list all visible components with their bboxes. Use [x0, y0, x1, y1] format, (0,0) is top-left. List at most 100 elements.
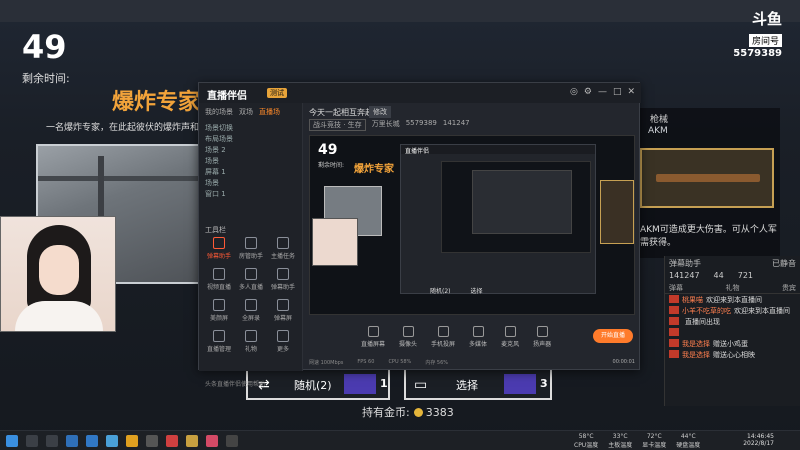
- tool-icon: [245, 268, 257, 280]
- weapon-card[interactable]: [640, 148, 774, 208]
- tool-danmaku-helper[interactable]: 弹幕助手: [203, 237, 235, 260]
- status-mem: 内存 56%: [425, 360, 449, 366]
- scene-item[interactable]: 布局场景: [205, 134, 296, 145]
- scene-item[interactable]: 场景切换: [205, 123, 296, 134]
- scene-item[interactable]: 场景: [205, 178, 296, 189]
- tool-icon: [213, 237, 225, 249]
- scene-item[interactable]: 场景 2: [205, 145, 296, 156]
- category-pill[interactable]: 战斗竞技 · 生存: [309, 119, 366, 131]
- random-count: 1: [380, 377, 388, 390]
- app-icon[interactable]: [186, 435, 198, 447]
- douyu-watermark: 斗鱼 房间号 5579389: [733, 8, 782, 59]
- level-badge: [669, 339, 679, 347]
- tool-more[interactable]: 更多: [267, 330, 299, 353]
- start-icon[interactable]: [6, 435, 18, 447]
- scene-item[interactable]: 窗口 1: [205, 189, 296, 200]
- tool-live-manage[interactable]: 直播管理: [203, 330, 235, 353]
- choose-button[interactable]: ▭ 选择 3: [404, 368, 552, 400]
- close-icon[interactable]: ✕: [627, 87, 635, 97]
- tool-label: 礼物: [244, 346, 257, 353]
- mute-status[interactable]: 已静音: [772, 258, 796, 268]
- danmaku-panel: 弹幕助手 已静音 141247 44 721 弹幕 礼物 贵宾 桃果喵 欢迎来到本…: [664, 256, 800, 406]
- search-icon[interactable]: [26, 435, 38, 447]
- task-view-icon[interactable]: [46, 435, 58, 447]
- app-icon[interactable]: [106, 435, 118, 447]
- viewer-count: 141247: [442, 119, 470, 127]
- speaker-control[interactable]: 扬声器: [533, 326, 551, 348]
- tab-live-scene[interactable]: 直播场: [259, 107, 280, 117]
- scene-item[interactable]: 场景: [205, 156, 296, 167]
- gpu-temp: 72°C 显卡温度: [642, 433, 666, 449]
- app-titlebar[interactable]: 直播伴侣 测试 ◎ ⚙ — □ ✕: [199, 83, 641, 103]
- help-link[interactable]: 头条直播伴侣使用帮助: [205, 379, 265, 388]
- tool-room-admin[interactable]: 房管助手: [235, 237, 267, 260]
- temp-label: CPU温度: [574, 442, 599, 449]
- chat-nick: 小羊不吃草的吃: [682, 307, 731, 315]
- preview-random: 随机(2): [430, 288, 451, 295]
- app-icon[interactable]: [206, 435, 218, 447]
- phone-cast-source[interactable]: 手机投屏: [431, 326, 455, 348]
- choose-label: 选择: [456, 379, 478, 392]
- tool-icon: [245, 299, 257, 311]
- screen-icon: [367, 326, 379, 337]
- random-button[interactable]: ⇄ 随机(2) 1: [246, 368, 390, 400]
- live-preview[interactable]: 49 剩余时间: 爆炸专家 直播伴侣 随机(2) 选择: [309, 135, 635, 315]
- tool-multi-live[interactable]: 多人直播: [235, 268, 267, 291]
- countdown-timer: 49: [22, 28, 67, 66]
- minimize-icon[interactable]: —: [598, 87, 607, 97]
- go-live-button[interactable]: 开始直播: [593, 329, 633, 343]
- app-icon[interactable]: [226, 435, 238, 447]
- settings-icon[interactable]: ⚙: [584, 87, 592, 97]
- tool-label: 更多: [276, 346, 289, 353]
- play-icon: [472, 326, 484, 337]
- media-source[interactable]: 多媒体: [469, 326, 487, 348]
- tool-beauty[interactable]: 美颜屏: [203, 299, 235, 322]
- coins-label: 持有金币:: [362, 406, 410, 419]
- tab-vip[interactable]: 贵宾: [782, 283, 796, 292]
- room-id: 5579389: [405, 119, 437, 127]
- camera-source[interactable]: 摄像头: [399, 326, 417, 348]
- level-badge: [669, 350, 679, 358]
- tool-record[interactable]: 全屏录: [235, 299, 267, 322]
- clock-date: 2022/8/17: [743, 440, 774, 447]
- tool-icon: [213, 268, 225, 280]
- tool-danmaku[interactable]: 弹幕助手: [267, 268, 299, 291]
- tab-danmaku[interactable]: 弹幕: [669, 283, 683, 292]
- explorer-icon[interactable]: [66, 435, 78, 447]
- scene-tabs: 我的场景 双场 直播场: [199, 103, 302, 121]
- game-icon[interactable]: [126, 435, 138, 447]
- tool-danmaku-screen[interactable]: 弹幕屏: [267, 299, 299, 322]
- status-net: 网速 100Mbps: [309, 360, 344, 366]
- chat-nick: 我是选择: [682, 340, 710, 348]
- screen-source[interactable]: 直播屏幕: [361, 326, 385, 348]
- taskbar: 58°C CPU温度 33°C 主板温度 72°C 显卡温度 44°C 硬盘温度 14:…: [0, 430, 800, 450]
- scene-item[interactable]: 屏幕 1: [205, 167, 296, 178]
- dock-label: 多媒体: [469, 341, 488, 348]
- edge-icon[interactable]: [86, 435, 98, 447]
- preview-webcam: [312, 218, 358, 266]
- level-badge: [669, 317, 679, 325]
- app-logo: 直播伴侣: [207, 91, 247, 102]
- microphone-icon: [504, 326, 516, 337]
- app-icon[interactable]: [146, 435, 158, 447]
- chat-message: [665, 327, 800, 338]
- phone-icon: [437, 326, 449, 337]
- app-icon[interactable]: [166, 435, 178, 447]
- tool-tasks[interactable]: 主播任务: [267, 237, 299, 260]
- preview-timer: 49: [318, 142, 338, 158]
- microphone-control[interactable]: 麦克风: [501, 326, 519, 348]
- system-clock[interactable]: 14:46:45 2022/8/17: [743, 433, 774, 447]
- tool-gifts[interactable]: 礼物: [235, 330, 267, 353]
- headset-icon[interactable]: ◎: [570, 87, 578, 97]
- tool-video-live[interactable]: 视频直播: [203, 268, 235, 291]
- tab-dual[interactable]: 双场: [239, 107, 253, 117]
- preview-weapon-card: [600, 180, 634, 244]
- chat-stats: 141247 44 721: [665, 270, 800, 282]
- tab-gifts[interactable]: 礼物: [726, 283, 740, 292]
- tool-icon: [277, 268, 289, 280]
- chat-text: 赠送心心相映: [713, 351, 755, 359]
- maximize-icon[interactable]: □: [613, 87, 622, 97]
- edit-title-button[interactable]: 修改: [369, 106, 391, 118]
- speaker-icon: [536, 326, 548, 337]
- tab-my-scenes[interactable]: 我的场景: [205, 107, 233, 117]
